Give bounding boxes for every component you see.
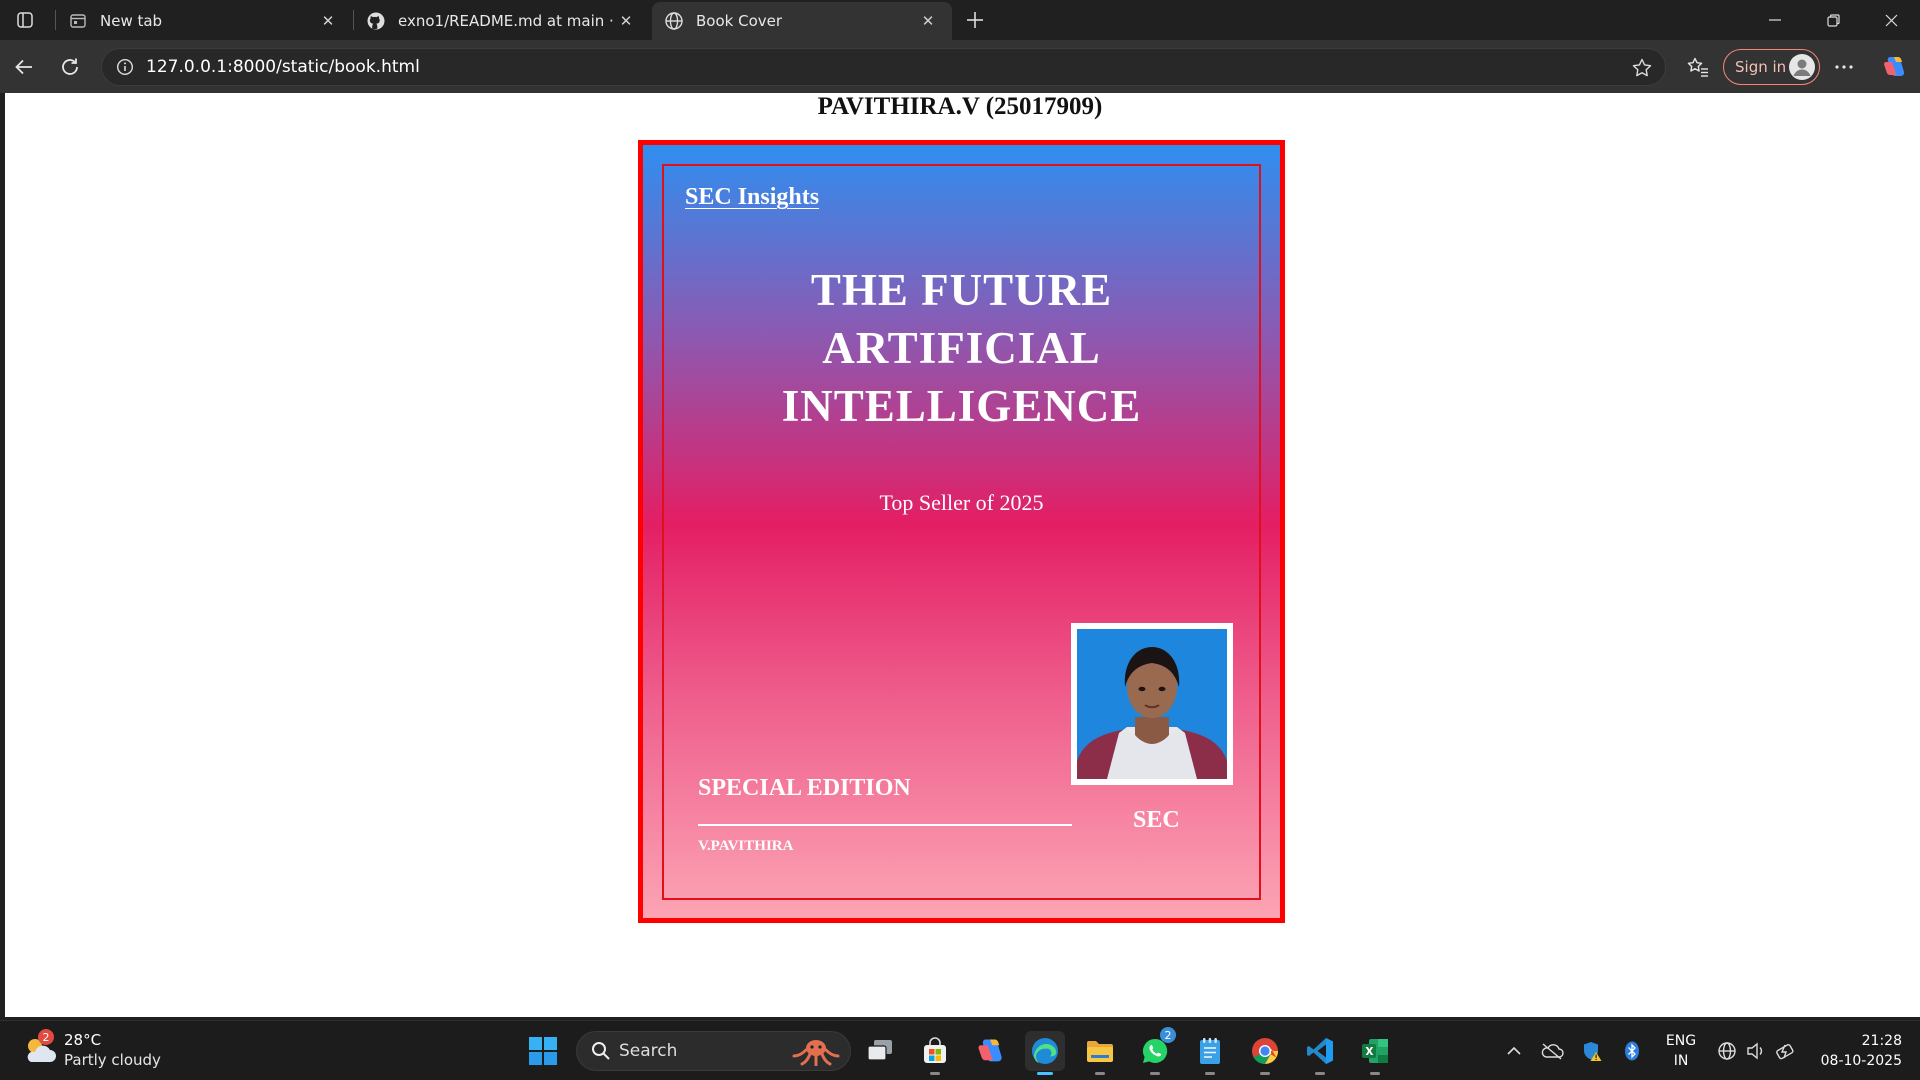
chrome-button[interactable] — [1245, 1031, 1285, 1075]
search-icon — [591, 1041, 611, 1061]
vscode-button[interactable] — [1300, 1031, 1340, 1075]
refresh-icon[interactable] — [54, 51, 86, 83]
author-name: V.PAVITHIRA — [698, 838, 794, 854]
microsoft-store-button[interactable] — [915, 1031, 955, 1075]
close-tab-icon[interactable]: ✕ — [614, 9, 638, 33]
site-info-icon[interactable] — [106, 48, 144, 86]
chrome-icon — [1252, 1038, 1279, 1065]
running-indicator — [930, 1072, 940, 1075]
url-text: 127.0.0.1:8000/static/book.html — [146, 57, 420, 77]
back-arrow-icon[interactable] — [8, 51, 40, 83]
book-title-line: THE FUTURE — [810, 265, 1113, 315]
notepad-button[interactable] — [1190, 1031, 1230, 1075]
page-heading: PAVITHIRA.V (25017909) — [817, 93, 1103, 120]
edition-label: SPECIAL EDITION — [698, 775, 911, 801]
search-label: Search — [619, 1041, 678, 1061]
author-portrait-image — [1077, 629, 1227, 779]
taskbar-search-box[interactable]: Search — [576, 1031, 851, 1071]
folder-icon — [1087, 1041, 1113, 1062]
running-indicator — [1205, 1072, 1215, 1075]
edition-divider — [698, 824, 1072, 826]
clock-date: 08-10-2025 — [1820, 1053, 1902, 1069]
more-options-icon[interactable] — [1828, 51, 1860, 83]
favorite-star-icon[interactable] — [1629, 55, 1655, 81]
edge-browser-button[interactable] — [1025, 1031, 1065, 1075]
network-globe-icon[interactable] — [1715, 1039, 1739, 1063]
new-tab-page-icon — [68, 11, 88, 31]
whatsapp-button[interactable]: 2 — [1135, 1027, 1176, 1075]
imprint-label: SEC — [1133, 807, 1180, 833]
globe-icon — [664, 11, 684, 31]
book-title-line: INTELLIGENCE — [781, 381, 1142, 431]
bluetooth-icon[interactable] — [1620, 1039, 1644, 1063]
tab-title: New tab — [100, 12, 163, 30]
weather-temperature: 28°C — [64, 1031, 102, 1049]
new-tab-plus-icon[interactable] — [960, 6, 990, 34]
browser-toolbar: 127.0.0.1:8000/static/book.html Sign in — [0, 40, 1920, 93]
clock-time: 21:28 — [1861, 1033, 1902, 1049]
running-indicator — [1037, 1072, 1053, 1075]
windows-taskbar: 2 28°C Partly cloudy Search 2 ENG IN 21:… — [0, 1020, 1920, 1080]
close-tab-icon[interactable]: ✕ — [316, 9, 340, 33]
excel-icon — [1362, 1039, 1388, 1063]
edge-icon — [1032, 1038, 1058, 1064]
task-view-icon — [867, 1040, 892, 1061]
notepad-icon — [1200, 1038, 1220, 1064]
file-explorer-button[interactable] — [1080, 1031, 1120, 1075]
onedrive-offline-icon[interactable] — [1540, 1039, 1564, 1063]
search-highlight-icon — [792, 1036, 840, 1070]
book-cover: SEC Insights THE FUTURE ARTIFICIAL INTEL… — [638, 140, 1285, 923]
restore-window-icon[interactable] — [1804, 0, 1862, 40]
tab-title: exno1/README.md at main · NIKI — [398, 12, 614, 30]
sign-in-label: Sign in — [1735, 58, 1787, 76]
book-title: THE FUTURE ARTIFICIAL INTELLIGENCE — [643, 261, 1280, 435]
region-code: IN — [1673, 1053, 1689, 1069]
github-icon — [366, 11, 386, 31]
profile-avatar-icon — [1789, 54, 1815, 80]
minimize-window-icon[interactable] — [1746, 0, 1804, 40]
book-title-line: ARTIFICIAL — [822, 323, 1101, 373]
address-bar[interactable]: 127.0.0.1:8000/static/book.html — [101, 48, 1666, 86]
tab-new-tab[interactable]: New tab ✕ — [56, 2, 352, 40]
favorites-list-icon[interactable] — [1682, 51, 1714, 83]
running-indicator — [1315, 1072, 1325, 1075]
system-clock[interactable]: 21:28 08-10-2025 — [1812, 1031, 1902, 1071]
close-tab-icon[interactable]: ✕ — [916, 9, 940, 33]
web-page-viewport: PAVITHIRA.V (25017909) SEC Insights THE … — [5, 93, 1920, 1017]
tab-title: Book Cover — [696, 12, 783, 30]
running-indicator — [1260, 1072, 1270, 1075]
windows-logo-icon — [529, 1037, 557, 1065]
vscode-icon — [1307, 1038, 1333, 1064]
volume-icon[interactable] — [1744, 1039, 1768, 1063]
weather-condition: Partly cloudy — [64, 1051, 161, 1069]
close-window-icon[interactable] — [1862, 0, 1920, 40]
show-hidden-icons-chevron-icon[interactable] — [1502, 1039, 1526, 1063]
tab-book-cover[interactable]: Book Cover ✕ — [652, 2, 952, 40]
tagline: Top Seller of 2025 — [879, 490, 1044, 515]
input-language-indicator[interactable]: ENG IN — [1663, 1031, 1699, 1071]
tab-github-readme[interactable]: exno1/README.md at main · NIKI ✕ — [354, 2, 650, 40]
running-indicator — [1370, 1072, 1380, 1075]
publisher-name: SEC Insights — [685, 184, 820, 210]
store-icon — [924, 1037, 946, 1063]
whatsapp-badge: 2 — [1160, 1027, 1176, 1043]
copilot-icon — [978, 1039, 1002, 1062]
weather-widget[interactable]: 2 28°C Partly cloudy — [22, 1029, 162, 1071]
language-code: ENG — [1665, 1033, 1697, 1049]
tab-actions-icon[interactable] — [10, 8, 40, 32]
windows-security-warning-icon[interactable] — [1580, 1039, 1604, 1063]
copilot-app-button[interactable] — [970, 1031, 1010, 1071]
battery-charging-icon[interactable] — [1774, 1039, 1798, 1063]
copilot-icon[interactable] — [1878, 51, 1910, 83]
excel-button[interactable] — [1355, 1031, 1395, 1075]
task-view-button[interactable] — [860, 1031, 900, 1071]
start-button[interactable] — [523, 1031, 563, 1071]
browser-tab-strip: New tab ✕ exno1/README.md at main · NIKI… — [0, 0, 1920, 40]
sign-in-button[interactable]: Sign in — [1723, 49, 1820, 85]
weather-badge: 2 — [38, 1029, 54, 1045]
author-photo — [1071, 623, 1233, 785]
running-indicator — [1095, 1072, 1105, 1075]
running-indicator — [1150, 1072, 1160, 1075]
